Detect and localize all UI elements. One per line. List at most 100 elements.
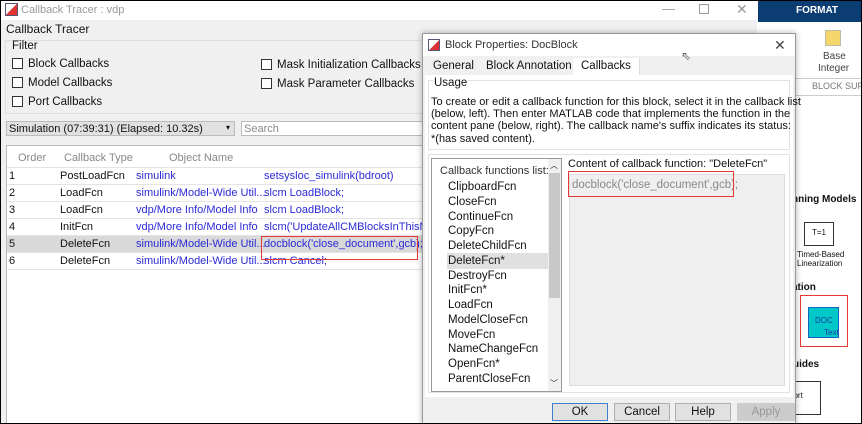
cell-object[interactable]: simulink/Model-Wide Util... xyxy=(136,238,266,250)
cell-type: PostLoadFcn xyxy=(60,170,125,182)
cancel-button[interactable]: Cancel xyxy=(614,403,670,421)
apply-button[interactable]: Apply xyxy=(737,403,795,421)
usage-line: To create or edit a callback function fo… xyxy=(431,96,801,108)
cell-order: 2 xyxy=(9,187,16,199)
ok-button[interactable]: OK xyxy=(552,403,608,421)
maximize-icon[interactable] xyxy=(699,4,709,14)
checkbox-label: Mask Initialization Callbacks xyxy=(277,59,421,71)
group-label: uides xyxy=(793,359,820,370)
tab-general[interactable]: General xyxy=(425,58,483,75)
column-object-name[interactable]: Object Name xyxy=(169,152,233,164)
column-order[interactable]: Order xyxy=(18,152,46,164)
tracer-heading: Callback Tracer xyxy=(6,22,90,36)
checkbox-label: Model Callbacks xyxy=(28,77,113,89)
format-tab[interactable]: FORMAT xyxy=(758,0,862,22)
list-item[interactable]: CopyFcn xyxy=(448,225,494,237)
column-callback-type[interactable]: Callback Type xyxy=(64,152,133,164)
cell-object[interactable]: simulink/Model-Wide Util... xyxy=(136,187,266,199)
close-icon[interactable]: ✕ xyxy=(736,1,748,18)
callback-content-editor[interactable]: docblock('close_document',gcb); xyxy=(569,174,785,386)
usage-label: Usage xyxy=(433,77,469,89)
app-icon xyxy=(428,39,440,51)
checkbox-label: Port Callbacks xyxy=(28,96,103,108)
usage-line: content pane (below, right). The callbac… xyxy=(431,120,791,133)
section-label: BLOCK SUPPO xyxy=(812,81,862,91)
cell-order: 3 xyxy=(9,204,16,216)
cell-type: LoadFcn xyxy=(60,204,103,216)
model-callbacks-checkbox[interactable]: Model Callbacks xyxy=(12,77,112,89)
app-icon xyxy=(5,3,18,16)
mask-init-callbacks-checkbox[interactable]: Mask Initialization Callbacks xyxy=(261,59,421,71)
scroll-up-icon[interactable]: ︿ xyxy=(550,160,558,171)
base-integer-label: Base xyxy=(823,51,846,62)
cell-type: InitFcn xyxy=(60,221,94,233)
cell-order: 1 xyxy=(9,170,16,182)
list-heading: Callback functions list: xyxy=(440,165,549,177)
cell-order: 6 xyxy=(9,255,16,267)
cell-order: 5 xyxy=(9,238,16,250)
content-label: Content of callback function: "DeleteFcn… xyxy=(568,158,768,170)
usage-line: (below, left). Then enter MATLAB code th… xyxy=(431,108,791,121)
dialog-title: Block Properties: DocBlock xyxy=(445,39,578,51)
highlight-box xyxy=(261,236,418,260)
block-text: T=1 xyxy=(811,228,826,237)
window-title: Callback Tracer : vdp xyxy=(21,4,125,16)
cell-code[interactable]: slcm('UpdateAllCMBlocksInThisMod xyxy=(264,221,441,233)
block-callbacks-checkbox[interactable]: Block Callbacks xyxy=(12,58,109,70)
cell-type: LoadFcn xyxy=(60,187,103,199)
session-select[interactable]: Simulation (07:39:31) (Elapsed: 10.32s) … xyxy=(6,121,235,136)
block-label: Timed-Based xyxy=(797,250,845,259)
dialog-title-bar: Block Properties: DocBlock ⇖ ✕ xyxy=(423,34,795,63)
block-properties-dialog: Block Properties: DocBlock ⇖ ✕ General B… xyxy=(422,33,801,424)
port-callbacks-checkbox[interactable]: Port Callbacks xyxy=(12,96,102,108)
list-item[interactable]: CloseFcn xyxy=(448,196,497,208)
cell-object[interactable]: simulink xyxy=(136,170,176,182)
list-item[interactable]: ContinueFcn xyxy=(448,211,513,223)
help-button[interactable]: Help xyxy=(675,403,731,421)
checkbox-label: Mask Parameter Callbacks xyxy=(277,78,415,90)
checkbox-label: Block Callbacks xyxy=(28,58,110,70)
list-item[interactable]: ClipboardFcn xyxy=(448,181,516,193)
list-item[interactable]: ParentCloseFcn xyxy=(448,373,530,385)
minimize-icon[interactable]: — xyxy=(662,1,675,16)
highlight-box xyxy=(568,171,734,197)
cell-code[interactable]: slcm LoadBlock; xyxy=(264,187,344,199)
scroll-down-icon[interactable]: ﹀ xyxy=(550,378,558,389)
list-item[interactable]: LoadFcn xyxy=(448,299,493,311)
list-item[interactable]: InitFcn* xyxy=(448,284,487,296)
base-integer-icon[interactable] xyxy=(825,30,841,46)
cell-order: 4 xyxy=(9,221,16,233)
close-icon[interactable]: ✕ xyxy=(774,37,786,54)
list-item[interactable]: NameChangeFcn xyxy=(448,343,538,355)
cell-code[interactable]: setsysloc_simulink(bdroot) xyxy=(264,170,394,182)
tab-block-annotation[interactable]: Block Annotation xyxy=(478,58,581,75)
mouse-cursor-icon: ⇖ xyxy=(681,49,692,63)
cell-object[interactable]: vdp/More Info/Model Info xyxy=(136,221,258,233)
timed-linearization-block[interactable]: T=1 xyxy=(804,222,834,246)
list-item[interactable]: DestroyFcn xyxy=(448,270,507,282)
scrollbar-thumb[interactable] xyxy=(549,173,560,298)
cell-object[interactable]: vdp/More Info/Model Info xyxy=(136,204,258,216)
filter-label: Filter xyxy=(12,40,38,52)
title-bar: Callback Tracer : vdp — ✕ xyxy=(0,0,757,20)
cell-type: DeleteFcn xyxy=(60,238,111,250)
callback-functions-list[interactable]: Callback functions list: ClipboardFcn Cl… xyxy=(431,158,562,392)
cell-type: DeleteFcn xyxy=(60,255,111,267)
mask-param-callbacks-checkbox[interactable]: Mask Parameter Callbacks xyxy=(261,78,414,90)
base-integer-label: Integer xyxy=(818,63,850,74)
usage-text: To create or edit a callback function fo… xyxy=(431,96,801,145)
list-item[interactable]: OpenFcn* xyxy=(448,358,500,370)
list-item-selected[interactable]: DeleteFcn* xyxy=(448,255,505,267)
tab-callbacks[interactable]: Callbacks xyxy=(573,58,640,75)
search-placeholder: Search xyxy=(244,123,279,135)
cell-object[interactable]: simulink/Model-Wide Util... xyxy=(136,255,266,267)
scrollbar[interactable]: ︿ ﹀ xyxy=(548,159,561,391)
dropdown-arrow-icon: ▾ xyxy=(226,123,231,132)
cell-code[interactable]: slcm LoadBlock; xyxy=(264,204,344,216)
list-item[interactable]: ModelCloseFcn xyxy=(448,314,528,326)
session-select-value: Simulation (07:39:31) (Elapsed: 10.32s) xyxy=(9,123,203,135)
block-label: Linearization xyxy=(797,259,843,268)
list-item[interactable]: DeleteChildFcn xyxy=(448,240,527,252)
group-label: nning Models xyxy=(792,194,857,205)
list-item[interactable]: MoveFcn xyxy=(448,329,495,341)
